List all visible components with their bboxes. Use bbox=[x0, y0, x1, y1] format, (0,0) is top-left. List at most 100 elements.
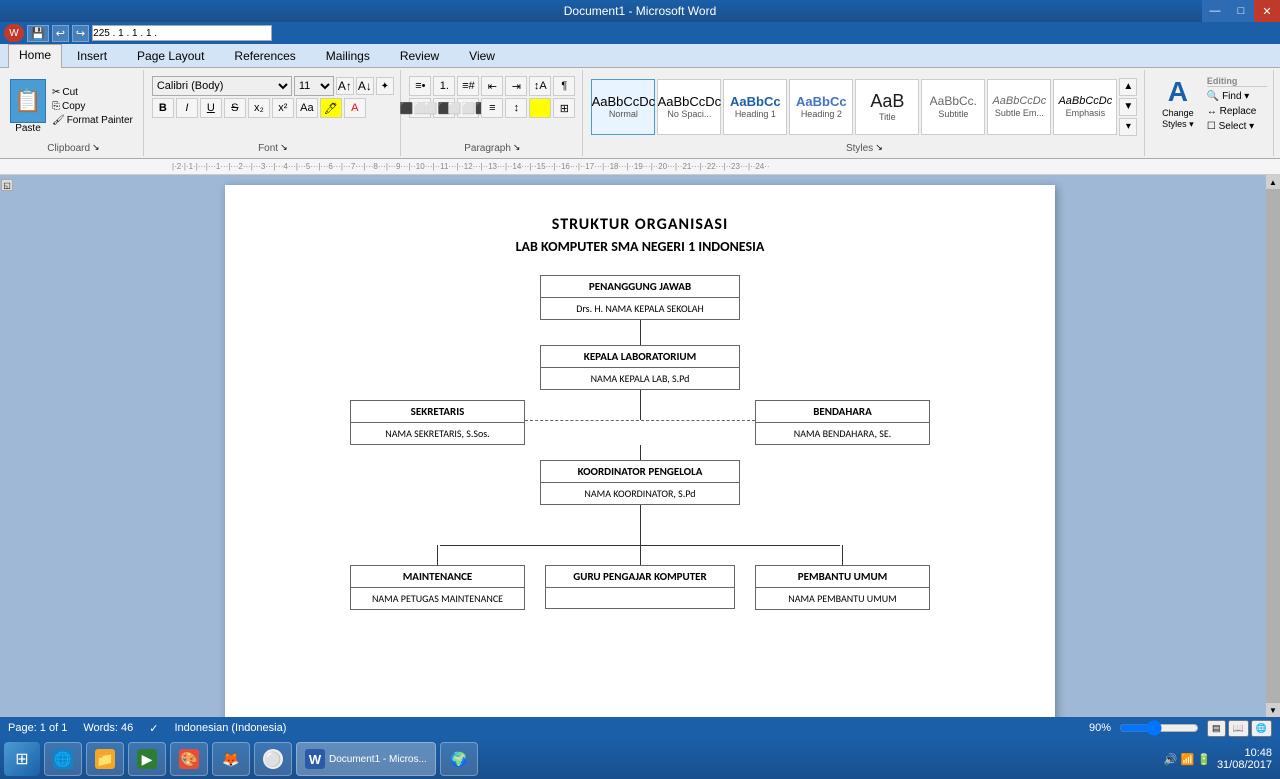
full-reading-button[interactable]: 📖 bbox=[1228, 720, 1249, 737]
style-heading2[interactable]: AaBbCc Heading 2 bbox=[789, 79, 853, 135]
paste-button[interactable]: 📋 Paste bbox=[10, 79, 46, 134]
taskbar-media[interactable]: ▶ bbox=[128, 742, 166, 776]
styles-expand-icon[interactable]: ↘ bbox=[875, 142, 883, 153]
show-marks-button[interactable]: ¶ bbox=[553, 76, 575, 96]
kepala-lab-box: KEPALA LABORATORIUM NAMA KEPALA LAB, S.P… bbox=[540, 345, 740, 390]
style-subtle-em-preview: AaBbCcDc bbox=[992, 95, 1046, 108]
style-emphasis[interactable]: AaBbCcDc Emphasis bbox=[1053, 79, 1117, 135]
bold-button[interactable]: B bbox=[152, 98, 174, 118]
subscript-button[interactable]: x₂ bbox=[248, 98, 270, 118]
view-button[interactable]: ◱ bbox=[1, 179, 13, 191]
clock: 10:48 31/08/2017 bbox=[1217, 747, 1272, 771]
font-color-button[interactable]: A bbox=[344, 98, 366, 118]
copy-button[interactable]: ⎘ Copy bbox=[48, 100, 137, 113]
office-button[interactable]: W bbox=[4, 24, 24, 42]
replace-button[interactable]: ↔ Replace bbox=[1207, 106, 1267, 117]
align-right-button[interactable]: ⬜⬜⬛ bbox=[457, 98, 479, 118]
redo-button[interactable]: ↪ bbox=[72, 25, 89, 42]
org-title: STRUKTUR ORGANISASI bbox=[552, 215, 728, 234]
taskbar-firefox[interactable]: 🦊 bbox=[212, 742, 250, 776]
font-family-select[interactable]: Calibri (Body) bbox=[152, 76, 292, 96]
taskbar-paint[interactable]: 🎨 bbox=[170, 742, 208, 776]
taskbar-chrome-old[interactable]: ⚪ bbox=[254, 742, 292, 776]
shading-button[interactable] bbox=[529, 98, 551, 118]
style-normal[interactable]: AaBbCcDc Normal bbox=[591, 79, 655, 135]
zoom-level: 90% bbox=[1089, 722, 1111, 734]
pembantu-box: PEMBANTU UMUM NAMA PEMBANTU UMUM bbox=[755, 565, 930, 610]
paragraph-expand-icon[interactable]: ↘ bbox=[513, 142, 521, 153]
web-layout-button[interactable]: 🌐 bbox=[1251, 720, 1272, 737]
scroll-down-button[interactable]: ▼ bbox=[1266, 703, 1280, 717]
connector-pj-kl bbox=[640, 320, 641, 345]
taskbar-ie[interactable]: 🌐 bbox=[44, 742, 82, 776]
font-row-1: Calibri (Body) 11 A↑ A↓ ✦ bbox=[152, 76, 394, 96]
taskbar-explorer[interactable]: 📁 bbox=[86, 742, 124, 776]
highlight-button[interactable]: 🖊 bbox=[320, 98, 342, 118]
tab-references[interactable]: References bbox=[219, 44, 310, 67]
tab-page-layout[interactable]: Page Layout bbox=[122, 44, 219, 67]
tab-insert[interactable]: Insert bbox=[62, 44, 122, 67]
italic-button[interactable]: I bbox=[176, 98, 198, 118]
penanggung-jawab-title: PENANGGUNG JAWAB bbox=[541, 276, 739, 298]
underline-button[interactable]: U bbox=[200, 98, 222, 118]
strikethrough-button[interactable]: S bbox=[224, 98, 246, 118]
save-button[interactable]: 💾 bbox=[27, 25, 49, 42]
line-spacing-button[interactable]: ↕ bbox=[505, 98, 527, 118]
format-painter-button[interactable]: 🖌 Format Painter bbox=[48, 114, 137, 127]
document-page[interactable]: STRUKTUR ORGANISASI LAB KOMPUTER SMA NEG… bbox=[225, 185, 1055, 717]
font-shrink-button[interactable]: A↓ bbox=[356, 77, 374, 95]
undo-button[interactable]: ↩ bbox=[52, 25, 69, 42]
zoom-slider[interactable] bbox=[1119, 722, 1199, 734]
maximize-button[interactable]: □ bbox=[1228, 0, 1254, 22]
border-button[interactable]: ⊞ bbox=[553, 98, 575, 118]
numbering-button[interactable]: 1. bbox=[433, 76, 455, 96]
scroll-up-button[interactable]: ▲ bbox=[1266, 175, 1280, 189]
paste-label: Paste bbox=[15, 123, 41, 134]
minimize-button[interactable]: — bbox=[1202, 0, 1228, 22]
ribbon-content: 📋 Paste ✂ Cut ⎘ Copy 🖌 Format Painter Cl… bbox=[0, 68, 1280, 158]
clipboard-content: 📋 Paste ✂ Cut ⎘ Copy 🖌 Format Painter bbox=[10, 72, 137, 141]
sort-button[interactable]: ↕A bbox=[529, 76, 551, 96]
style-subtitle[interactable]: AaBbCc. Subtitle bbox=[921, 79, 985, 135]
tray-icons: 🔊 📶 🔋 bbox=[1164, 753, 1211, 766]
cut-button[interactable]: ✂ Cut bbox=[48, 86, 137, 99]
clear-format-button[interactable]: ✦ bbox=[376, 77, 394, 95]
styles-scroll-down-button[interactable]: ▼ bbox=[1119, 98, 1137, 116]
justify-button[interactable]: ≡ bbox=[481, 98, 503, 118]
superscript-button[interactable]: x² bbox=[272, 98, 294, 118]
tab-home[interactable]: Home bbox=[8, 44, 62, 68]
tab-mailings[interactable]: Mailings bbox=[311, 44, 385, 67]
window-controls[interactable]: — □ ✕ bbox=[1202, 0, 1280, 22]
styles-expand-button[interactable]: ▾ bbox=[1119, 118, 1137, 136]
bullets-button[interactable]: ≡• bbox=[409, 76, 431, 96]
status-right: 90% ▤ 📖 🌐 bbox=[1089, 720, 1272, 737]
clipboard-expand-icon[interactable]: ↘ bbox=[92, 142, 100, 153]
view-buttons: ▤ 📖 🌐 bbox=[1207, 720, 1272, 737]
change-styles-button[interactable]: A ChangeStyles ▾ bbox=[1153, 76, 1203, 130]
connector-kl-side bbox=[640, 390, 641, 420]
styles-scroll-up-button[interactable]: ▲ bbox=[1119, 78, 1137, 96]
style-no-spacing[interactable]: AaBbCcDc No Spaci... bbox=[657, 79, 721, 135]
close-button[interactable]: ✕ bbox=[1254, 0, 1280, 22]
address-bar[interactable] bbox=[92, 25, 272, 41]
change-case-button[interactable]: Aa bbox=[296, 98, 318, 118]
style-subtle-em[interactable]: AaBbCcDc Subtle Em... bbox=[987, 79, 1051, 135]
taskbar-chrome[interactable]: 🌍 bbox=[440, 742, 478, 776]
select-button[interactable]: ☐ Select ▾ bbox=[1207, 121, 1267, 132]
style-heading1-preview: AaBbCc bbox=[730, 94, 781, 110]
font-expand-icon[interactable]: ↘ bbox=[280, 142, 288, 153]
increase-indent-button[interactable]: ⇥ bbox=[505, 76, 527, 96]
style-title[interactable]: AaB Title bbox=[855, 79, 919, 135]
decrease-indent-button[interactable]: ⇤ bbox=[481, 76, 503, 96]
find-button[interactable]: 🔍 Find ▾ bbox=[1207, 91, 1267, 102]
taskbar-word[interactable]: W Document1 - Micros... bbox=[296, 742, 436, 776]
start-button[interactable]: ⊞ bbox=[4, 742, 40, 776]
tab-view[interactable]: View bbox=[454, 44, 510, 67]
print-layout-button[interactable]: ▤ bbox=[1207, 720, 1226, 737]
tab-review[interactable]: Review bbox=[385, 44, 454, 67]
font-size-select[interactable]: 11 bbox=[294, 76, 334, 96]
font-grow-button[interactable]: A↑ bbox=[336, 77, 354, 95]
vertical-scrollbar[interactable]: ▲ ▼ bbox=[1266, 175, 1280, 717]
style-heading1[interactable]: AaBbCc Heading 1 bbox=[723, 79, 787, 135]
multilevel-button[interactable]: ≡# bbox=[457, 76, 479, 96]
